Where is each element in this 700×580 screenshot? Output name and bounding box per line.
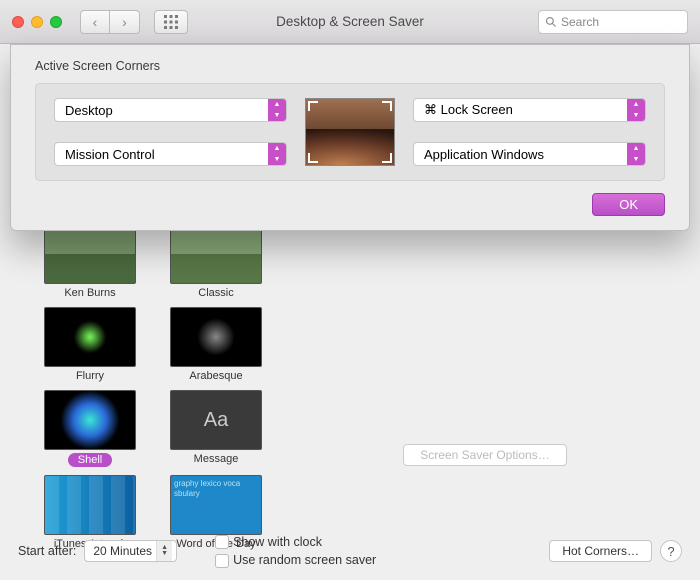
thumbnail-itunes	[44, 475, 136, 535]
screensaver-item[interactable]: Flurry	[36, 307, 144, 382]
zoom-window-button[interactable]	[50, 16, 62, 28]
corner-select-top-left[interactable]: Desktop▲▼	[54, 98, 287, 122]
corner-select-bottom-right[interactable]: Application Windows▲▼	[413, 142, 646, 166]
thumbnail-arabesque	[170, 307, 262, 367]
toolbar: ‹ › Desktop & Screen Saver Search	[0, 0, 700, 44]
ok-button[interactable]: OK	[592, 193, 665, 216]
thumbnail-classic	[170, 224, 262, 284]
grid-icon	[164, 15, 178, 29]
thumbnail-wotd: graphy lexico voca sbulary	[170, 475, 262, 535]
corner-select-bottom-left[interactable]: Mission Control▲▼	[54, 142, 287, 166]
start-after-label: Start after:	[18, 544, 76, 558]
stepper-icon: ▲▼	[268, 143, 286, 165]
help-button[interactable]: ?	[660, 540, 682, 562]
stepper-icon: ▲▼	[627, 143, 645, 165]
sheet-body: Desktop▲▼ Mission Control▲▼ ⌘ Lock Scree…	[35, 83, 665, 181]
thumbnail-flurry	[44, 307, 136, 367]
hot-corners-sheet: Active Screen Corners Desktop▲▼ Mission …	[10, 44, 690, 231]
random-screensaver-checkbox[interactable]: Use random screen saver	[215, 553, 376, 568]
thumbnail-message: Aa	[170, 390, 262, 450]
screensaver-label: Flurry	[76, 370, 104, 382]
screensaver-label: Ken Burns	[64, 287, 115, 299]
search-placeholder: Search	[561, 15, 599, 29]
close-window-button[interactable]	[12, 16, 24, 28]
screensaver-item[interactable]: Aa Message	[162, 390, 270, 467]
screensaver-options-button[interactable]: Screen Saver Options…	[403, 444, 566, 466]
back-button[interactable]: ‹	[80, 10, 110, 34]
stepper-icon: ▲▼	[156, 541, 172, 561]
screensaver-item[interactable]: Arabesque	[162, 307, 270, 382]
hot-corners-button[interactable]: Hot Corners…	[549, 540, 652, 562]
desktop-preview	[305, 98, 395, 166]
screensaver-label-selected: Shell	[68, 453, 112, 467]
nav-buttons: ‹ ›	[80, 10, 140, 34]
search-field[interactable]: Search	[538, 10, 688, 34]
screensaver-item[interactable]: Ken Burns	[36, 224, 144, 299]
stepper-icon: ▲▼	[627, 99, 645, 121]
thumbnail-shell	[44, 390, 136, 450]
search-icon	[545, 16, 557, 28]
screensaver-label: Classic	[198, 287, 233, 299]
sheet-heading: Active Screen Corners	[35, 59, 665, 73]
start-after-select[interactable]: 20 Minutes ▲▼	[84, 540, 177, 562]
window-controls	[12, 16, 62, 28]
checkbox-icon	[215, 554, 229, 568]
thumbnail-kenburns	[44, 224, 136, 284]
stepper-icon: ▲▼	[268, 99, 286, 121]
screensaver-item[interactable]: Shell	[36, 390, 144, 467]
forward-button[interactable]: ›	[110, 10, 140, 34]
show-with-clock-checkbox[interactable]: Show with clock	[215, 535, 376, 550]
screensaver-item[interactable]: Classic	[162, 224, 270, 299]
screensaver-label: Arabesque	[189, 370, 242, 382]
screensaver-label: Message	[194, 453, 239, 465]
bottom-bar: Start after: 20 Minutes ▲▼ Show with clo…	[18, 535, 682, 568]
checkbox-icon	[215, 535, 229, 549]
show-all-button[interactable]	[154, 10, 188, 34]
start-after-value: 20 Minutes	[93, 544, 152, 558]
minimize-window-button[interactable]	[31, 16, 43, 28]
corner-select-top-right[interactable]: ⌘ Lock Screen▲▼	[413, 98, 646, 122]
